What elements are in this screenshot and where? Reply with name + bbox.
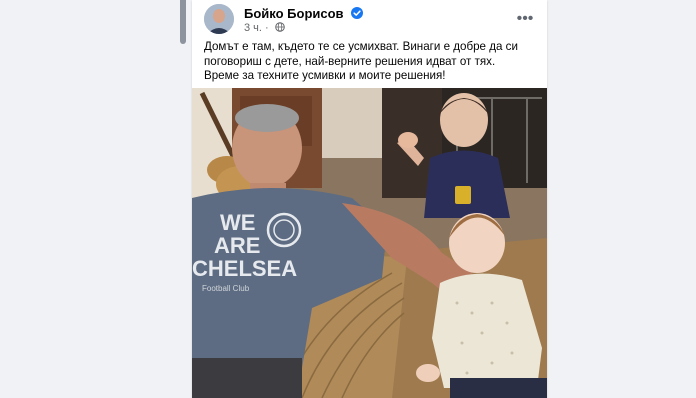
verified-badge-icon (351, 7, 364, 19)
shirt-text-line3: CHELSEA (192, 256, 297, 281)
more-options-button[interactable]: ••• (515, 10, 535, 28)
author-name[interactable]: Бойко Борисов (244, 6, 344, 21)
more-options-icon: ••• (516, 10, 534, 27)
scrollbar-thumb[interactable] (180, 0, 186, 44)
post-meta: 3 ч. · (244, 22, 285, 34)
shirt-text-line1: WE (220, 210, 255, 235)
globe-icon (274, 22, 285, 32)
post-header: Бойко Борисов 3 ч. · ••• (204, 4, 535, 36)
shirt-text-line2: ARE (214, 233, 260, 258)
post-photo[interactable]: WE ARE CHELSEA Football Club (192, 88, 547, 398)
post-card: Бойко Борисов 3 ч. · ••• Домът е там, къ… (192, 0, 547, 398)
post-text: Домът е там, където те се усмихват. Вина… (204, 40, 518, 82)
author-avatar[interactable] (204, 4, 234, 34)
meta-separator: · (265, 22, 269, 35)
post-time[interactable]: 3 ч. (244, 22, 262, 34)
author-name-row: Бойко Борисов (244, 6, 364, 21)
shirt-small-text: Football Club (202, 284, 250, 293)
